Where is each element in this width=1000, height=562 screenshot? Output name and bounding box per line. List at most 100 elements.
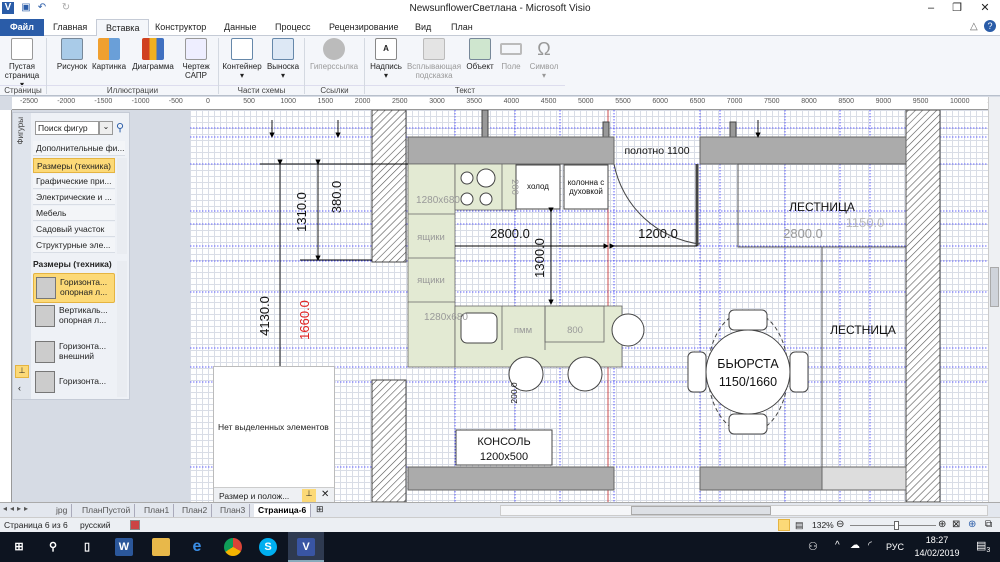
textbox-button[interactable]: A Надпись ▾ (366, 38, 406, 80)
category-item[interactable]: Электрические и ... (33, 190, 115, 205)
zoom-slider[interactable] (850, 525, 936, 526)
field-button[interactable]: Поле (498, 38, 524, 71)
restore-button[interactable]: ❐ (944, 0, 970, 17)
skype-icon[interactable]: S (259, 538, 277, 556)
pin-icon[interactable]: ⊥ (302, 489, 316, 502)
page-indicator[interactable]: Страница 6 из 6 (4, 518, 68, 532)
tab-insert[interactable]: Вставка (96, 19, 150, 36)
zoom-out-icon[interactable]: ⊖ (836, 518, 844, 532)
tab-review[interactable]: Рецензирование (320, 19, 408, 36)
tab-view[interactable]: Вид (406, 19, 440, 36)
page-nav-arrows[interactable]: ◂◂▸▸ (3, 504, 31, 513)
stencil-scrollbar[interactable] (117, 261, 127, 397)
macro-record-icon[interactable] (130, 520, 140, 530)
tab-data[interactable]: Данные (215, 19, 266, 36)
search-icon[interactable]: ⚲ (44, 538, 62, 556)
cad-drawing-button[interactable]: Чертеж САПР (178, 38, 214, 80)
shape-search-input[interactable]: Поиск фигур (35, 121, 99, 135)
stencil-item[interactable]: Горизонта... (33, 368, 123, 398)
close-button[interactable]: ✕ (972, 0, 998, 17)
object-button[interactable]: Объект (464, 38, 496, 71)
category-item[interactable]: Структурные эле... (33, 238, 115, 253)
category-item[interactable]: Мебель (33, 206, 115, 221)
dining-table[interactable] (687, 309, 809, 435)
clock-date[interactable]: 14/02/2019 (912, 548, 962, 558)
input-language[interactable]: РУС (886, 542, 904, 552)
task-view-icon[interactable]: ▯ (78, 538, 96, 556)
screentip-button[interactable]: Всплывающая подсказка (406, 38, 462, 80)
edge-icon[interactable]: e (188, 538, 206, 556)
label: Диаграмма (132, 62, 174, 71)
chart-button[interactable]: Диаграмма (130, 38, 176, 71)
clipart-button[interactable]: Картинка (91, 38, 127, 71)
page-tab[interactable]: ПланПустой (78, 504, 136, 517)
minimize-ribbon-icon[interactable]: △ (970, 21, 978, 32)
symbol-button[interactable]: Ω Символ ▾ (526, 38, 562, 80)
page-tab-active[interactable]: Страница-6 (254, 504, 312, 517)
clock-time[interactable]: 18:27 (912, 535, 962, 545)
stencil-item-selected[interactable]: Горизонта... опорная л... (33, 273, 115, 303)
word-icon[interactable]: W (115, 538, 133, 556)
tab-plan[interactable]: План (442, 19, 482, 36)
onedrive-icon[interactable]: ☁ (850, 540, 860, 551)
shapes-strip[interactable]: Фигуры ⊥ ‹ (13, 113, 31, 399)
horizontal-scrollbar[interactable] (500, 505, 988, 516)
close-icon[interactable]: ✕ (321, 489, 329, 500)
category-item[interactable]: Графические при... (33, 174, 115, 189)
people-icon[interactable]: ⚇ (808, 540, 818, 553)
chrome-icon[interactable] (224, 538, 242, 556)
label: ▾ (239, 71, 244, 80)
vertical-scrollbar[interactable] (988, 97, 1000, 502)
zoom-in-icon[interactable]: ⊕ (938, 518, 946, 532)
pin-icon[interactable]: ⊥ (15, 365, 29, 378)
pan-zoom-icon[interactable]: ⊕ (968, 518, 976, 532)
tray-expand-icon[interactable]: ^ (835, 540, 840, 551)
label: Чертеж (182, 62, 210, 71)
wifi-icon[interactable]: ◜ (868, 540, 872, 551)
visio-taskbar-button[interactable]: V (288, 532, 324, 562)
tab-file[interactable]: Файл (0, 19, 44, 36)
ruler-label: 3500 (466, 98, 482, 105)
page-tab[interactable]: План2 (178, 504, 213, 517)
stencil-item[interactable]: Вертикаль... опорная л... (33, 302, 123, 332)
wall-segment (407, 466, 615, 491)
notifications-icon[interactable]: ▤3 (976, 539, 990, 554)
tab-home[interactable]: Главная (44, 19, 96, 36)
page-tab[interactable]: План1 (140, 504, 175, 517)
minimize-button[interactable]: – (918, 0, 944, 17)
page-tab[interactable]: План3 (216, 504, 251, 517)
switch-windows-icon[interactable]: ⧉ (985, 518, 992, 532)
notification-count: 3 (986, 547, 991, 555)
scroll-thumb[interactable] (990, 267, 999, 307)
container-button[interactable]: Контейнер ▾ (220, 38, 264, 80)
fit-page-icon[interactable]: ⊠ (952, 518, 960, 532)
presentation-view-icon[interactable]: ▤ (795, 518, 804, 532)
zoom-slider-thumb[interactable] (894, 521, 900, 530)
tab-process[interactable]: Процесс (266, 19, 320, 36)
scroll-thumb[interactable] (631, 506, 771, 515)
blank-page-button[interactable]: Пустая страница ▾ (2, 38, 42, 89)
language-indicator[interactable]: русский (80, 518, 111, 532)
ribbon-tabs: Файл Главная Вставка Конструктор Данные … (0, 17, 1000, 36)
category-scrollbar[interactable] (117, 158, 127, 254)
search-dropdown-icon[interactable]: ⌄ (99, 121, 113, 135)
stencil-item[interactable]: Горизонта... внешний (33, 338, 123, 368)
insert-page-icon[interactable]: ⊞ (316, 504, 324, 515)
callout-button[interactable]: Выноска ▾ (264, 38, 302, 80)
collapse-icon[interactable]: ‹ (18, 383, 21, 393)
category-item[interactable]: Садовый участок (33, 222, 115, 237)
hyperlink-button[interactable]: Гиперссылка (306, 38, 362, 71)
category-item-selected[interactable]: Размеры (техника) (33, 158, 115, 173)
category-item[interactable]: Дополнительные фи... (33, 141, 125, 156)
file-explorer-icon[interactable] (152, 538, 170, 556)
ruler-label: 10000 (950, 98, 970, 105)
help-icon[interactable]: ? (984, 20, 996, 32)
search-icon[interactable]: ⚲ (116, 121, 124, 134)
label: Всплывающая (406, 62, 462, 71)
tab-design[interactable]: Конструктор (146, 19, 215, 36)
zoom-level[interactable]: 132% (812, 518, 834, 532)
page-tab[interactable]: jpg (52, 504, 73, 517)
start-icon[interactable]: ⊞ (10, 538, 28, 556)
picture-button[interactable]: Рисунок (54, 38, 90, 71)
normal-view-icon[interactable] (778, 519, 790, 531)
